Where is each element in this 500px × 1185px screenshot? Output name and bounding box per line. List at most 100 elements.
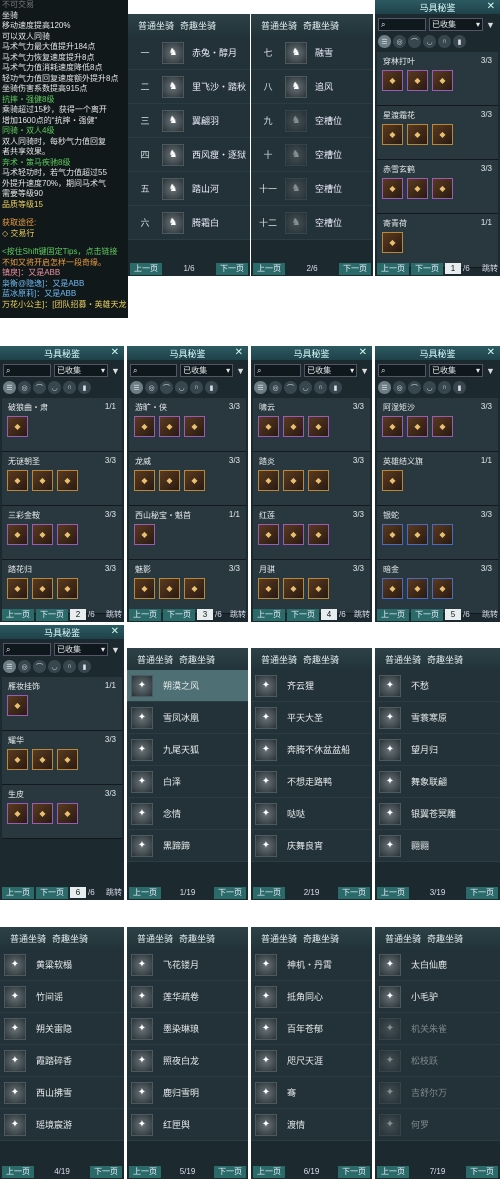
search-input[interactable]: ⌕ [3, 364, 51, 377]
saddle-item-icon[interactable]: ◆ [283, 524, 304, 545]
next-page-button[interactable]: 下一页 [337, 1165, 370, 1178]
prev-page-button[interactable]: 上一页 [129, 608, 161, 621]
saddle-item-icon[interactable]: ◆ [407, 178, 428, 199]
mount-row[interactable]: ✦ 瑶境宸游 [0, 1109, 124, 1141]
next-page-button[interactable]: 下一页 [89, 1165, 122, 1178]
mount-row[interactable]: 五 ♞ 踏山河 [128, 172, 250, 206]
next-page-button[interactable]: 下一页 [213, 1165, 246, 1178]
mount-row[interactable]: 三 ♞ 翼翩羽 [128, 104, 250, 138]
tab-normal-mount[interactable]: 普通坐骑 [137, 653, 173, 666]
equipment-set[interactable]: 西山秘宝・魁首 1/1 ◆ [129, 506, 246, 560]
saddle-item-icon[interactable]: ◆ [432, 578, 453, 599]
filter-icon[interactable]: ▼ [360, 366, 369, 376]
category-1-icon[interactable]: ◎ [18, 381, 31, 394]
saddle-item-icon[interactable]: ◆ [258, 416, 279, 437]
prev-page-button[interactable]: 上一页 [129, 886, 161, 899]
category-5-icon[interactable]: ▮ [78, 381, 91, 394]
equipment-set[interactable]: 穿林打叶 3/3 ◆ ◆ ◆ [377, 52, 498, 106]
saddle-item-icon[interactable]: ◆ [134, 578, 155, 599]
prev-page-button[interactable]: 上一页 [377, 262, 409, 275]
prev-page-button[interactable]: 上一页 [2, 1165, 34, 1178]
saddle-item-icon[interactable]: ◆ [57, 803, 78, 824]
close-icon[interactable]: ✕ [111, 626, 119, 637]
saddle-item-icon[interactable]: ◆ [382, 70, 403, 91]
filter-icon[interactable]: ▼ [111, 645, 120, 655]
saddle-item-icon[interactable]: ◆ [159, 470, 180, 491]
equipment-set[interactable]: 破狼曲・肃 1/1 ◆ [2, 398, 122, 452]
saddle-item-icon[interactable]: ◆ [382, 178, 403, 199]
mount-row[interactable]: ✦ 奔腾不休盆盆船 [251, 734, 372, 766]
saddle-item-icon[interactable]: ◆ [7, 416, 28, 437]
saddle-item-icon[interactable]: ◆ [382, 416, 403, 437]
category-2-icon[interactable]: ⌒ [408, 381, 421, 394]
category-3-icon[interactable]: ◡ [423, 35, 436, 48]
page-input[interactable]: 3 [197, 609, 213, 620]
saddle-item-icon[interactable]: ◆ [7, 695, 28, 716]
mount-row[interactable]: ✦ 西山拂雪 [0, 1077, 124, 1109]
saddle-item-icon[interactable]: ◆ [57, 470, 78, 491]
page-input[interactable]: 6 [70, 887, 86, 898]
saddle-item-icon[interactable]: ◆ [134, 416, 155, 437]
category-0-icon[interactable]: ☰ [130, 381, 143, 394]
category-2-icon[interactable]: ⌒ [408, 35, 421, 48]
mount-row[interactable]: ✦ 神机・丹霄 [251, 949, 372, 981]
saddle-item-icon[interactable]: ◆ [7, 803, 28, 824]
equipment-set[interactable]: 红莲 3/3 ◆ ◆ ◆ [253, 506, 370, 560]
saddle-item-icon[interactable]: ◆ [382, 232, 403, 253]
close-icon[interactable]: ✕ [359, 347, 367, 358]
saddle-item-icon[interactable]: ◆ [382, 470, 403, 491]
equipment-set[interactable]: 星渡霜花 3/3 ◆ ◆ ◆ [377, 106, 498, 160]
mount-row[interactable]: 十 ♞ 空槽位 [251, 138, 373, 172]
page-input[interactable]: 4 [321, 609, 337, 620]
category-0-icon[interactable]: ☰ [3, 381, 16, 394]
saddle-item-icon[interactable]: ◆ [407, 578, 428, 599]
close-icon[interactable]: ✕ [235, 347, 243, 358]
mount-row[interactable]: ✦ 红匣舆 [127, 1109, 248, 1141]
tab-fun-mount[interactable]: 奇趣坐骑 [427, 932, 463, 945]
mount-row[interactable]: ✦ 不想走路鸭 [251, 766, 372, 798]
mount-row[interactable]: ✦ 机关朱雀 [375, 1013, 500, 1045]
mount-row[interactable]: 六 ♞ 腾霜白 [128, 206, 250, 240]
page-input[interactable]: 2 [70, 609, 86, 620]
mount-row[interactable]: ✦ 飞花镂月 [127, 949, 248, 981]
collection-filter-select[interactable]: 已收集 ▾ [429, 18, 483, 31]
saddle-item-icon[interactable]: ◆ [258, 578, 279, 599]
category-4-icon[interactable]: ∩ [438, 381, 451, 394]
mount-row[interactable]: ✦ 墨染琳琅 [127, 1013, 248, 1045]
equipment-set[interactable]: 暗金 3/3 ◆ ◆ ◆ [377, 560, 498, 614]
category-3-icon[interactable]: ◡ [48, 381, 61, 394]
tab-normal-mount[interactable]: 普通坐骑 [261, 653, 297, 666]
saddle-item-icon[interactable]: ◆ [283, 416, 304, 437]
tab-fun-mount[interactable]: 奇趣坐骑 [303, 932, 339, 945]
mount-row[interactable]: ✦ 翾翾 [375, 830, 500, 862]
equipment-set[interactable]: 寄青荷 1/1 ◆ [377, 214, 498, 268]
mount-row[interactable]: 十一 ♞ 空槽位 [251, 172, 373, 206]
tab-fun-mount[interactable]: 奇趣坐骑 [427, 653, 463, 666]
tab-normal-mount[interactable]: 普通坐骑 [385, 932, 421, 945]
equipment-set[interactable]: 英雄结义旗 1/1 ◆ [377, 452, 498, 506]
mount-row[interactable]: ✦ 银翼苍冥雕 [375, 798, 500, 830]
saddle-item-icon[interactable]: ◆ [308, 416, 329, 437]
equipment-set[interactable]: 赤雪玄鹤 3/3 ◆ ◆ ◆ [377, 160, 498, 214]
category-1-icon[interactable]: ◎ [18, 660, 31, 673]
tab-fun-mount[interactable]: 奇趣坐骑 [179, 653, 215, 666]
saddle-item-icon[interactable]: ◆ [407, 416, 428, 437]
filter-icon[interactable]: ▼ [236, 366, 245, 376]
saddle-item-icon[interactable]: ◆ [258, 470, 279, 491]
saddle-item-icon[interactable]: ◆ [7, 470, 28, 491]
equipment-set[interactable]: 雁妆挂饰 1/1 ◆ [2, 677, 122, 731]
close-icon[interactable]: ✕ [487, 347, 495, 358]
mount-row[interactable]: ✦ 吉舒尔万 [375, 1077, 500, 1109]
mount-row[interactable]: ✦ 朔漠之风 [127, 670, 248, 702]
saddle-item-icon[interactable]: ◆ [57, 578, 78, 599]
saddle-item-icon[interactable]: ◆ [134, 524, 155, 545]
tab-normal-mount[interactable]: 普通坐骑 [261, 19, 297, 32]
prev-page-button[interactable]: 上一页 [2, 608, 34, 621]
mount-row[interactable]: ✦ 望月归 [375, 734, 500, 766]
mount-row[interactable]: ✦ 小毛驴 [375, 981, 500, 1013]
tab-normal-mount[interactable]: 普通坐骑 [137, 932, 173, 945]
prev-page-button[interactable]: 上一页 [129, 1165, 161, 1178]
saddle-item-icon[interactable]: ◆ [432, 124, 453, 145]
mount-row[interactable]: ✦ 齐云狸 [251, 670, 372, 702]
mount-row[interactable]: ✦ 雪蓑寒原 [375, 702, 500, 734]
